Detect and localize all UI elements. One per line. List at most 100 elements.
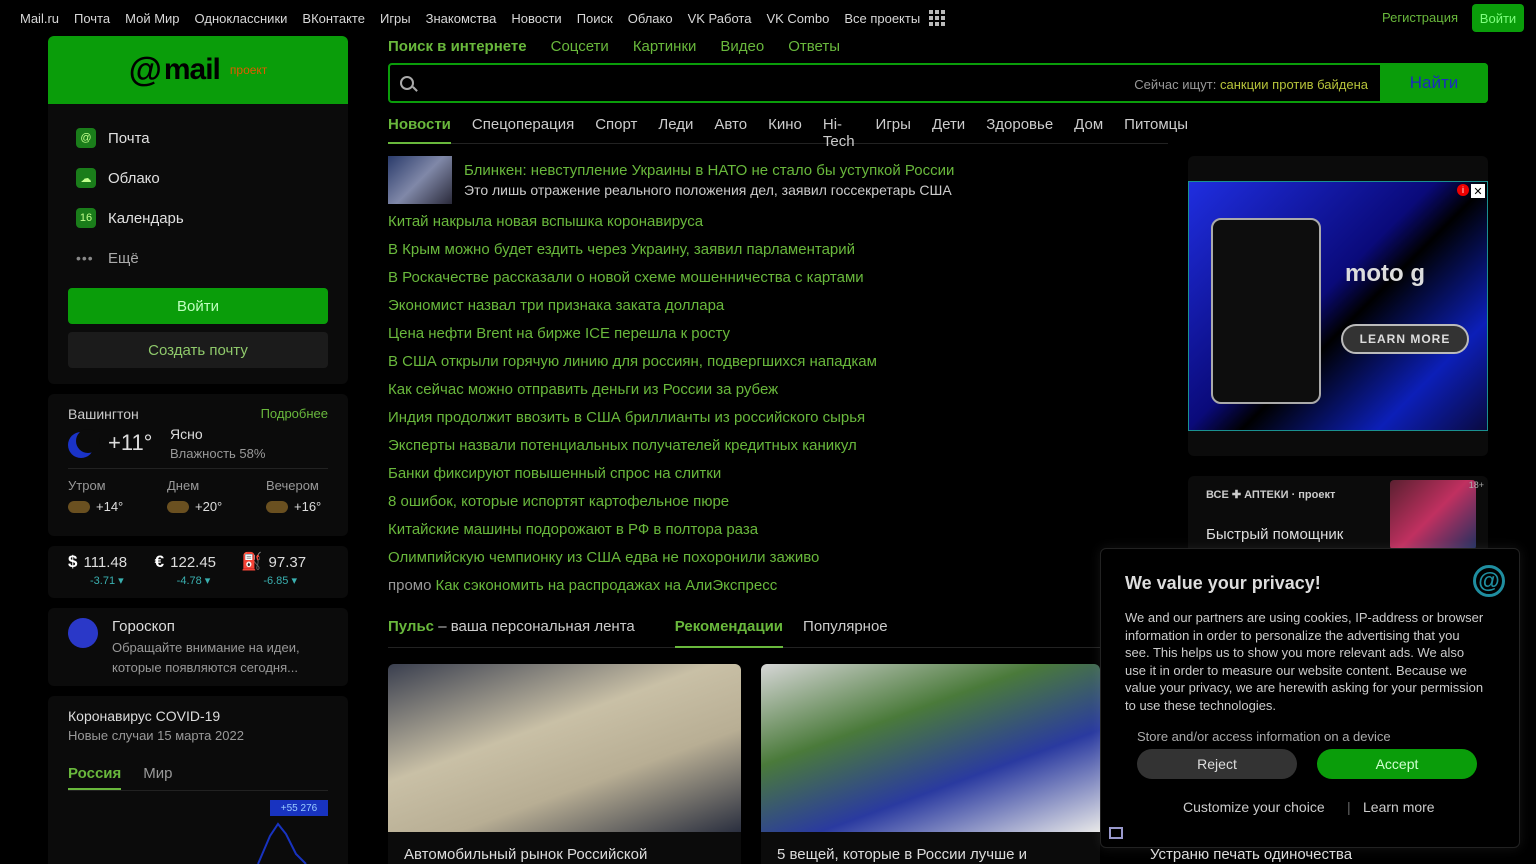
nav-link-vk-rabota[interactable]: VK Работа (688, 11, 752, 26)
tab-russia[interactable]: Россия (68, 765, 122, 790)
tab-images[interactable]: Картинки (633, 38, 697, 55)
nav-link-mailru[interactable]: Mail.ru (20, 11, 59, 26)
cloud-icon (167, 500, 189, 513)
news-link[interactable]: Цена нефти Brent на бирже ICE перешла к … (388, 324, 1168, 352)
tab-pets[interactable]: Питомцы (1124, 116, 1188, 143)
tab-sport[interactable]: Спорт (595, 116, 637, 143)
news-link[interactable]: Олимпийскую чемпионку из США едва не пох… (388, 548, 1168, 576)
nav-link-igry[interactable]: Игры (380, 11, 411, 26)
tab-recommendations[interactable]: Рекомендации (674, 618, 784, 648)
tab-popular[interactable]: Популярное (803, 618, 888, 647)
tab-video[interactable]: Видео (720, 38, 764, 55)
more-dots-icon: ••• (76, 250, 94, 266)
pulse-card-title[interactable]: Устраню печать одиночества (1150, 846, 1352, 863)
rate-usd[interactable]: $111.48 -3.71 ▾ (68, 552, 155, 592)
promo-news-item[interactable]: промо Как сэкономить на распродажах на Ал… (388, 576, 1168, 604)
tab-answers[interactable]: Ответы (788, 38, 840, 55)
customize-link[interactable]: Customize your choice (1183, 799, 1325, 815)
create-mail-button[interactable]: Создать почту (68, 332, 328, 368)
reject-button[interactable]: Reject (1137, 749, 1297, 779)
ad-banner[interactable]: moto g LEARN MORE i ✕ (1188, 181, 1488, 431)
menu-item-pochta[interactable]: @ Почта (68, 118, 328, 158)
news-link[interactable]: 8 ошибок, которые испортят картофельное … (388, 492, 1168, 520)
tab-games[interactable]: Игры (876, 116, 911, 143)
pulse-card-title[interactable]: 5 вещей, которые в России лучше и (761, 832, 1100, 864)
news-link[interactable]: Банки фиксируют повышенный спрос на слит… (388, 464, 1168, 492)
pharmacy-ad[interactable]: ВСЕ ✚ АПТЕКИ · проект Быстрый помощник 1… (1188, 476, 1488, 556)
forecast-label: Вечером (266, 478, 319, 493)
tab-lady[interactable]: Леди (658, 116, 693, 143)
ad-learn-more-button[interactable]: LEARN MORE (1341, 324, 1469, 354)
trending-query-link[interactable]: санкции против байдена (1220, 77, 1368, 92)
news-link[interactable]: В Крым можно будет ездить через Украину,… (388, 240, 1168, 268)
rate-delta: -3.71 ▾ (90, 575, 124, 587)
news-link[interactable]: Экономист назвал три признака заката дол… (388, 296, 1168, 324)
nav-link-znakomstva[interactable]: Знакомства (426, 11, 497, 26)
tab-kids[interactable]: Дети (932, 116, 965, 143)
news-link[interactable]: Китайские машины подорожают в РФ в полто… (388, 520, 1168, 548)
menu-item-oblako[interactable]: ☁ Облако (68, 158, 328, 198)
rate-oil[interactable]: ⛽ 97.37 -6.85 ▾ (241, 552, 328, 592)
menu-item-label: Почта (108, 129, 150, 147)
rate-eur[interactable]: €122.45 -4.78 ▾ (155, 552, 242, 592)
nav-link-poisk[interactable]: Поиск (577, 11, 613, 26)
tab-news[interactable]: Новости (388, 116, 451, 144)
nav-link-all-projects[interactable]: Все проекты (844, 11, 920, 26)
pulse-card-image[interactable] (761, 664, 1100, 832)
at-logo-icon: @ (1473, 565, 1505, 597)
nav-link-vkontakte[interactable]: ВКонтакте (302, 11, 365, 26)
news-link[interactable]: Китай накрыла новая вспышка коронавируса (388, 212, 1168, 240)
apps-grid-icon[interactable] (929, 10, 946, 26)
currency-rates[interactable]: $111.48 -3.71 ▾ €122.45 -4.78 ▾ ⛽ 97.37 -… (48, 546, 348, 598)
nav-link-vk-combo[interactable]: VK Combo (766, 11, 829, 26)
search-tabs: Поиск в интернете Соцсети Картинки Видео… (388, 38, 864, 55)
news-link[interactable]: Эксперты назвали потенциальных получател… (388, 436, 1168, 464)
pulse-card[interactable]: Автомобильный рынок Российской (388, 664, 741, 864)
weather-more-link[interactable]: Подробнее (261, 406, 328, 421)
nav-link-odnoklassniki[interactable]: Одноклассники (195, 11, 288, 26)
ad-close-icon[interactable]: ✕ (1471, 184, 1485, 198)
pulse-card-title[interactable]: Автомобильный рынок Российской (388, 832, 741, 864)
top-news-title[interactable]: Блинкен: невступление Украины в НАТО не … (464, 162, 1164, 179)
tab-hitech[interactable]: Hi-Tech (823, 116, 855, 150)
menu-item-calendar[interactable]: 16 Календарь (68, 198, 328, 238)
tab-world[interactable]: Мир (143, 765, 172, 790)
forecast-morning: Утром +14° (68, 478, 158, 514)
news-category-tabs: Новости Спецоперация Спорт Леди Авто Кин… (388, 116, 1188, 150)
news-thumbnail[interactable] (388, 156, 452, 204)
news-link[interactable]: В Роскачестве рассказали о новой схеме м… (388, 268, 1168, 296)
search-input[interactable] (426, 69, 1126, 97)
register-link[interactable]: Регистрация (1382, 10, 1458, 25)
nav-link-novosti[interactable]: Новости (511, 11, 561, 26)
calendar-icon: 16 (76, 208, 96, 228)
nav-link-pochta[interactable]: Почта (74, 11, 110, 26)
ad-info-icon[interactable]: i (1457, 184, 1469, 196)
tab-social[interactable]: Соцсети (551, 38, 609, 55)
nav-link-moy-mir[interactable]: Мой Мир (125, 11, 179, 26)
cloud-icon (68, 500, 90, 513)
horoscope-widget[interactable]: Гороскоп Обращайте внимание на идеи, кот… (48, 608, 348, 686)
forecast-temp: +14° (96, 499, 124, 514)
tab-health[interactable]: Здоровье (986, 116, 1053, 143)
pulse-card[interactable]: 5 вещей, которые в России лучше и (761, 664, 1100, 864)
pulse-card-image[interactable] (388, 664, 741, 832)
tab-home[interactable]: Дом (1074, 116, 1103, 143)
tab-kino[interactable]: Кино (768, 116, 802, 143)
nav-link-oblako[interactable]: Облако (628, 11, 673, 26)
tab-auto[interactable]: Авто (714, 116, 747, 143)
top-login-button[interactable]: Войти (1472, 4, 1524, 32)
mail-logo[interactable]: @ mail проект (48, 36, 348, 104)
tab-special-operation[interactable]: Спецоперация (472, 116, 574, 143)
pulse-heading[interactable]: Пульс – ваша персональная лента (388, 618, 635, 647)
learn-more-link[interactable]: Learn more (1363, 799, 1435, 815)
search-button[interactable]: Найти (1380, 63, 1488, 103)
horoscope-title: Гороскоп (112, 618, 175, 635)
menu-item-more[interactable]: ••• Ещё (68, 238, 328, 278)
news-link[interactable]: Индия продолжит ввозить в США бриллианты… (388, 408, 1168, 436)
login-button[interactable]: Войти (68, 288, 328, 324)
promo-link[interactable]: Как сэкономить на распродажах на АлиЭксп… (435, 577, 777, 594)
news-link[interactable]: Как сейчас можно отправить деньги из Рос… (388, 380, 1168, 408)
news-link[interactable]: В США открыли горячую линию для россиян,… (388, 352, 1168, 380)
accept-button[interactable]: Accept (1317, 749, 1477, 779)
tab-web-search[interactable]: Поиск в интернете (388, 38, 527, 55)
